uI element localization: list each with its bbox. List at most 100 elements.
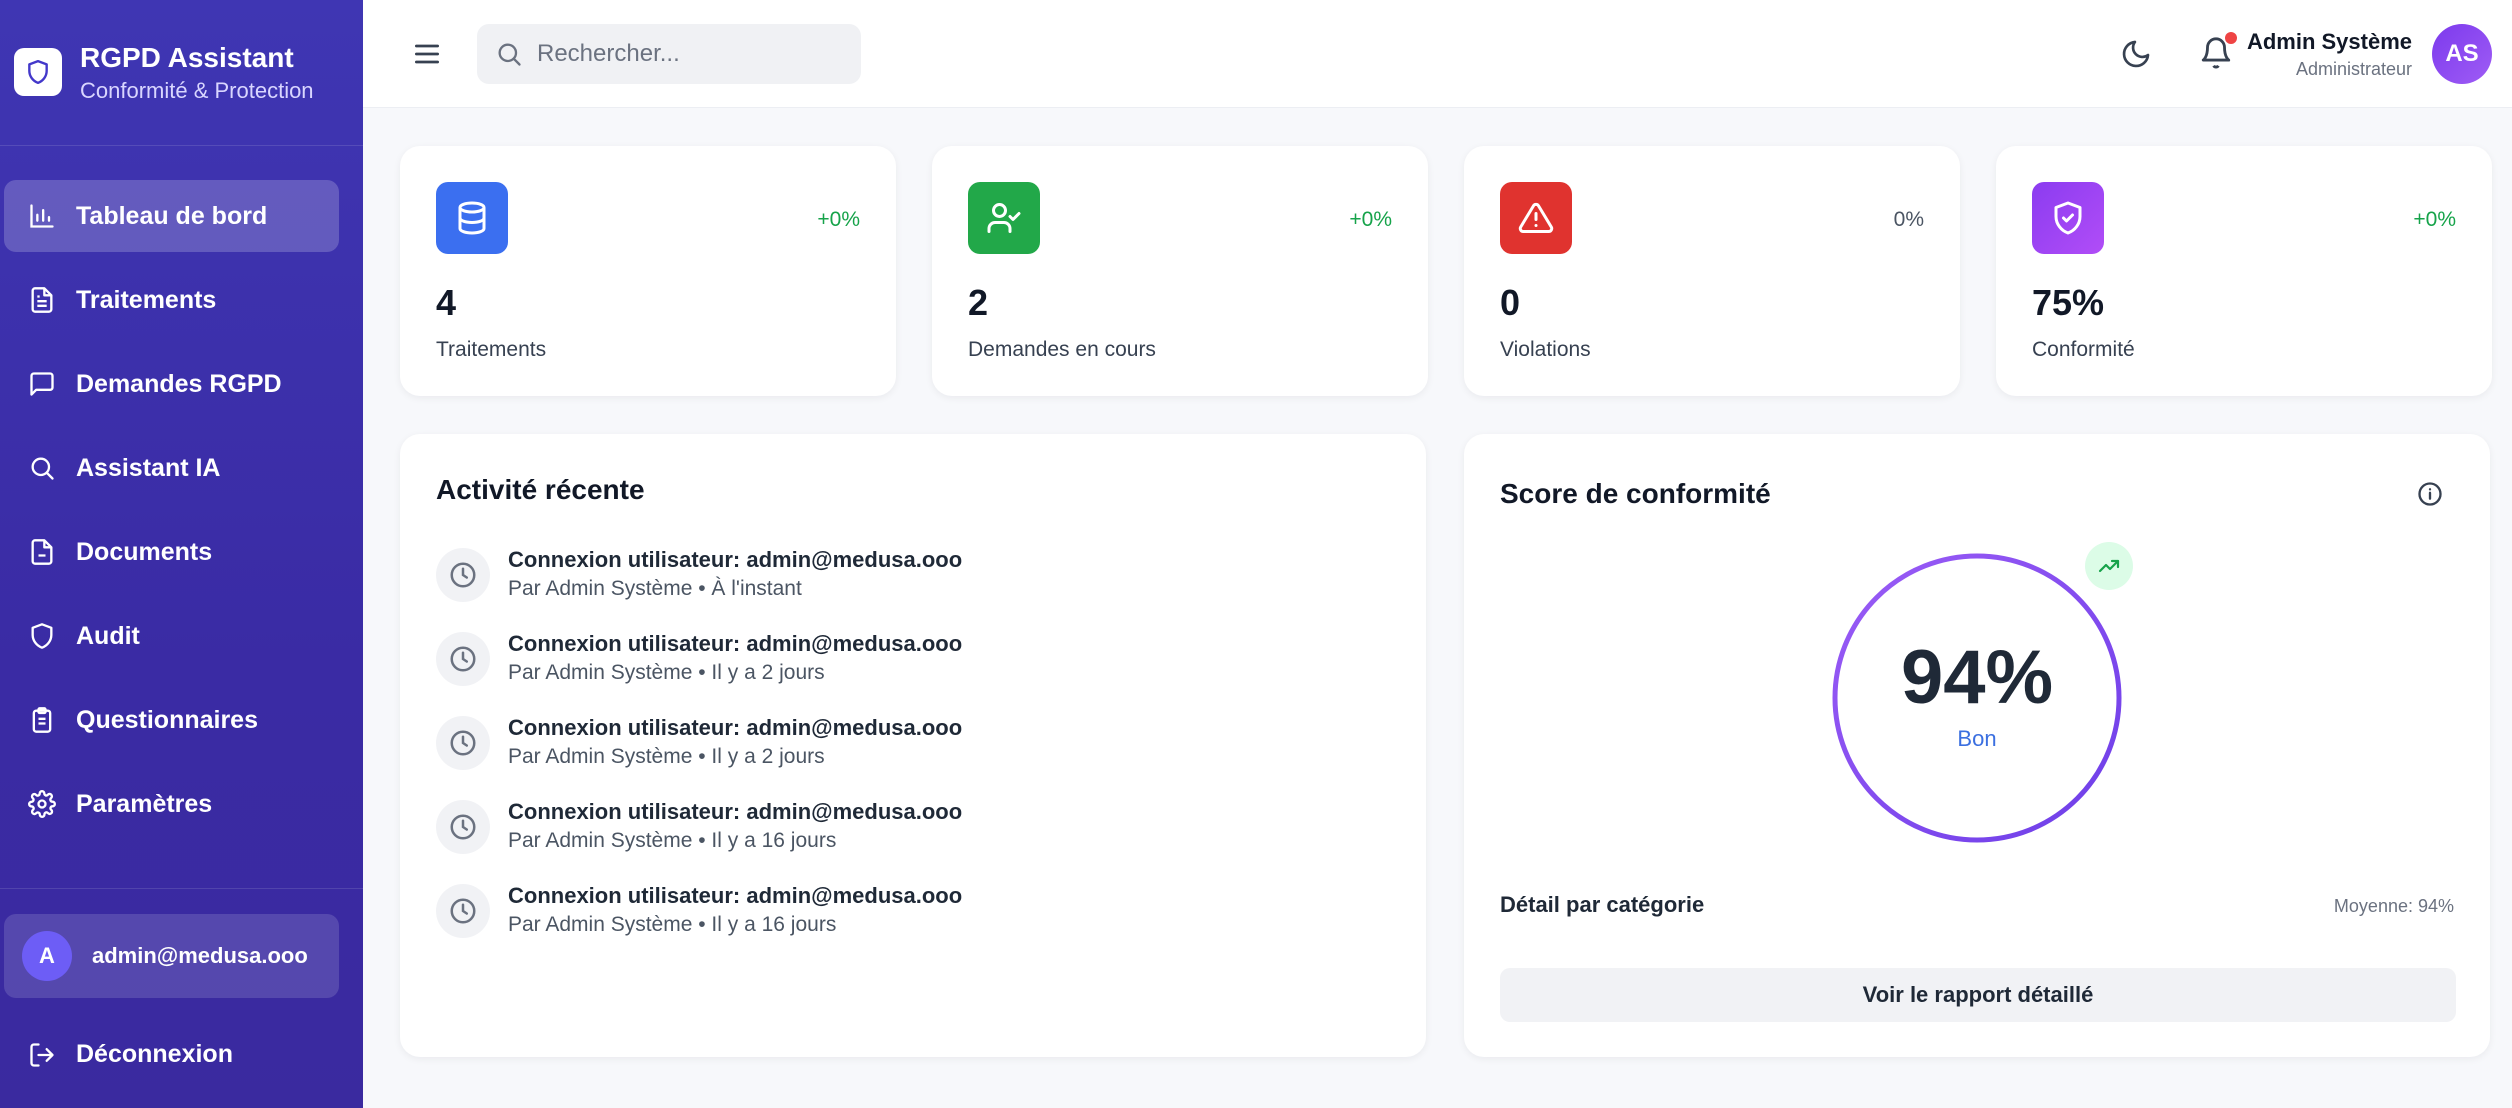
list-item: Connexion utilisateur: admin@medusa.ooo P… (436, 546, 1376, 630)
sidebar-nav: Tableau de bord Traitements Demandes RGP… (4, 180, 339, 852)
sidebar-item-demandes-rgpd[interactable]: Demandes RGPD (4, 348, 339, 420)
stat-value: 0 (1500, 282, 1521, 323)
sidebar-item-label: Traitements (76, 285, 217, 314)
user-check-icon (968, 182, 1040, 254)
list-item: Connexion utilisateur: admin@medusa.ooo P… (436, 714, 1376, 798)
logout-label: Déconnexion (76, 1040, 233, 1068)
shield-check-icon (2032, 182, 2104, 254)
file-text-icon (31, 287, 53, 313)
stat-card-conformite: +0% 75% Conformité (1996, 146, 2492, 396)
list-item: Connexion utilisateur: admin@medusa.ooo P… (436, 630, 1376, 714)
recent-activity-panel: Activité récente Connexion utilisateur: … (400, 434, 1426, 1057)
sidebar-item-parametres[interactable]: Paramètres (4, 768, 339, 840)
header-user[interactable]: Admin Système Administrateur (2247, 29, 2412, 80)
clock-icon (436, 800, 490, 854)
sidebar-user-card[interactable]: A admin@medusa.ooo (4, 914, 339, 998)
menu-icon[interactable] (411, 38, 443, 70)
logout-button[interactable]: Déconnexion (28, 1040, 233, 1069)
shield-logo-icon (14, 48, 62, 96)
message-square-icon (30, 372, 54, 396)
search-icon (31, 457, 54, 480)
sidebar-item-assistant-ia[interactable]: Assistant IA (4, 432, 339, 504)
brand: RGPD Assistant Conformité & Protection (14, 40, 314, 104)
moon-icon[interactable] (2120, 38, 2152, 70)
activity-title: Connexion utilisateur: admin@medusa.ooo (508, 715, 963, 740)
clock-icon (436, 632, 490, 686)
activity-meta: Par Admin Système • Il y a 16 jours (508, 913, 837, 936)
clock-icon (436, 884, 490, 938)
search-icon (498, 43, 521, 66)
database-icon (436, 182, 508, 254)
search-box[interactable] (477, 24, 861, 84)
log-out-icon (30, 1042, 54, 1067)
file-icon (31, 539, 53, 565)
shield-icon (31, 623, 53, 649)
sidebar-item-traitements[interactable]: Traitements (4, 264, 339, 336)
bar-chart-icon (30, 204, 54, 228)
alert-triangle-icon (1500, 182, 1572, 254)
view-report-button[interactable]: Voir le rapport détaillé (1500, 968, 2456, 1022)
info-icon[interactable] (2416, 480, 2444, 508)
notification-dot (2225, 32, 2237, 44)
brand-title: RGPD Assistant (80, 42, 294, 73)
activity-list: Connexion utilisateur: admin@medusa.ooo P… (436, 546, 1376, 966)
detail-label: Détail par catégorie (1500, 892, 1705, 917)
stat-change: +0% (817, 208, 860, 231)
stat-label: Traitements (436, 338, 547, 361)
stat-change: +0% (2413, 208, 2456, 231)
sidebar-item-label: Documents (76, 537, 213, 566)
list-item: Connexion utilisateur: admin@medusa.ooo P… (436, 882, 1376, 966)
avatar[interactable]: AS (2432, 24, 2492, 84)
activity-meta: Par Admin Système • Il y a 2 jours (508, 745, 825, 768)
activity-title: Connexion utilisateur: admin@medusa.ooo (508, 883, 963, 908)
stat-label: Conformité (2032, 338, 2135, 361)
score-value: 94% (1900, 635, 2054, 720)
clock-icon (436, 716, 490, 770)
sidebar-item-label: Assistant IA (76, 453, 221, 482)
sidebar-item-label: Audit (76, 621, 140, 650)
sidebar-item-documents[interactable]: Documents (4, 516, 339, 588)
stat-card-traitements: +0% 4 Traitements (400, 146, 896, 396)
search-input[interactable] (537, 40, 837, 68)
user-name: Admin Système (2246, 29, 2412, 54)
sidebar-item-label: Paramètres (76, 789, 213, 818)
trending-up-icon (2085, 542, 2133, 590)
avatar: A (22, 931, 72, 981)
stat-card-demandes: +0% 2 Demandes en cours (932, 146, 1428, 396)
activity-title: Connexion utilisateur: admin@medusa.ooo (508, 547, 963, 572)
stat-label: Demandes en cours (968, 338, 1156, 361)
sidebar-item-tableau-de-bord[interactable]: Tableau de bord (4, 180, 339, 252)
stat-change: +0% (1349, 208, 1392, 231)
top-header: Admin Système Administrateur AS (363, 0, 2512, 108)
sidebar: RGPD Assistant Conformité & Protection T… (0, 0, 363, 1108)
activity-meta: Par Admin Système • À l'instant (508, 577, 802, 600)
divider (0, 888, 363, 889)
sidebar-item-label: Demandes RGPD (76, 369, 282, 398)
average-value: Moyenne: 94% (2333, 896, 2454, 916)
activity-title: Connexion utilisateur: admin@medusa.ooo (508, 799, 963, 824)
sidebar-item-label: Tableau de bord (76, 201, 268, 230)
score-rating: Bon (1957, 726, 1997, 751)
stat-value: 2 (968, 282, 989, 323)
stat-change: 0% (1893, 208, 1924, 231)
clipboard-icon (32, 707, 52, 733)
stat-value: 4 (436, 282, 457, 323)
activity-meta: Par Admin Système • Il y a 16 jours (508, 829, 837, 852)
user-role: Administrateur (2295, 59, 2412, 79)
user-email: admin@medusa.ooo (92, 943, 308, 968)
stat-value: 75% (2032, 282, 2105, 323)
divider (0, 145, 363, 146)
sidebar-item-label: Questionnaires (76, 705, 258, 734)
stat-card-violations: 0% 0 Violations (1464, 146, 1960, 396)
activity-meta: Par Admin Système • Il y a 2 jours (508, 661, 825, 684)
sidebar-item-audit[interactable]: Audit (4, 600, 339, 672)
gear-icon (28, 790, 56, 818)
compliance-score-panel: Score de conformité 94% Bon Détail par c… (1464, 434, 2490, 1057)
activity-title: Connexion utilisateur: admin@medusa.ooo (508, 631, 963, 656)
panel-title: Activité récente (436, 474, 645, 505)
stat-label: Violations (1500, 338, 1591, 361)
clock-icon (436, 548, 490, 602)
sidebar-item-questionnaires[interactable]: Questionnaires (4, 684, 339, 756)
list-item: Connexion utilisateur: admin@medusa.ooo P… (436, 798, 1376, 882)
brand-subtitle: Conformité & Protection (80, 78, 314, 103)
